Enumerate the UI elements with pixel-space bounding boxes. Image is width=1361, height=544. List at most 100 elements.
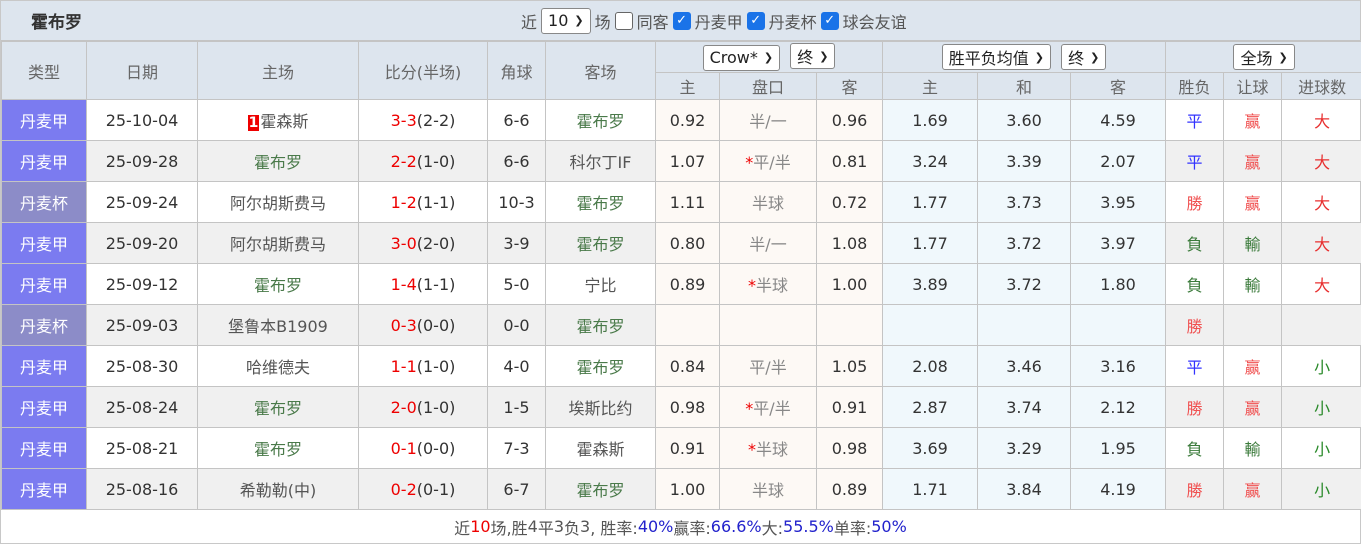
table-row: 丹麦甲 25-10-04 1霍森斯 3-3(2-2) 6-6 霍布罗 0.92 …: [2, 100, 1361, 141]
home-team[interactable]: 阿尔胡斯费马: [198, 182, 359, 223]
company-stage-select[interactable]: 终❯: [790, 43, 835, 69]
score[interactable]: 3-3(2-2): [359, 100, 488, 141]
score[interactable]: 2-0(1-0): [359, 387, 488, 428]
match-result: 平: [1166, 346, 1224, 387]
full-time-score: 3-3: [391, 111, 417, 130]
league-checkbox-div1[interactable]: ✓: [673, 12, 691, 30]
full-time-score: 0-3: [391, 316, 417, 335]
away-team[interactable]: 霍布罗: [546, 223, 656, 264]
league-checkbox-cup[interactable]: ✓: [747, 12, 765, 30]
corners: 4-0: [488, 346, 546, 387]
company-select[interactable]: Crow*❯: [703, 45, 781, 71]
chevron-down-icon: ❯: [1035, 51, 1044, 64]
eu-home-odds: 1.71: [883, 469, 978, 510]
table-row: 丹麦甲 25-08-16 希勒勒(中) 0-2(0-1) 6-7 霍布罗 1.0…: [2, 469, 1361, 510]
ah-home-odds: 0.84: [656, 346, 720, 387]
header-ah-line: 盘口: [720, 73, 817, 100]
away-team[interactable]: 霍布罗: [546, 469, 656, 510]
league-type[interactable]: 丹麦杯: [2, 305, 87, 346]
league-type[interactable]: 丹麦杯: [2, 182, 87, 223]
over-rate: 55.5%: [783, 517, 834, 536]
period-select[interactable]: 全场❯: [1233, 44, 1294, 70]
home-team[interactable]: 霍布罗: [198, 428, 359, 469]
eu-away-odds: 3.97: [1071, 223, 1166, 264]
ah-away-odds: 0.89: [817, 469, 883, 510]
team-title: 霍布罗: [31, 8, 82, 33]
match-result: 負: [1166, 264, 1224, 305]
corners: 10-3: [488, 182, 546, 223]
match-date: 25-09-12: [87, 264, 198, 305]
away-team[interactable]: 霍森斯: [546, 428, 656, 469]
odds-stage-select[interactable]: 终❯: [1061, 44, 1106, 70]
league-type[interactable]: 丹麦甲: [2, 469, 87, 510]
header-handicap: 让球: [1224, 73, 1282, 100]
eu-draw-odds: 3.84: [978, 469, 1071, 510]
title-bar: 霍布罗 近 10❯ 场 同客 ✓丹麦甲 ✓丹麦杯 ✓球会友谊: [1, 1, 1360, 41]
home-team-name: 霍布罗: [254, 440, 302, 459]
home-team[interactable]: 霍布罗: [198, 141, 359, 182]
ah-line-value: 平/半: [749, 358, 786, 377]
handicap-result: 輸: [1224, 223, 1282, 264]
score[interactable]: 1-2(1-1): [359, 182, 488, 223]
away-team[interactable]: 霍布罗: [546, 182, 656, 223]
summary-text: 平: [538, 515, 554, 539]
league-type[interactable]: 丹麦甲: [2, 346, 87, 387]
away-team-name: 霍布罗: [576, 112, 624, 131]
match-date: 25-09-20: [87, 223, 198, 264]
ah-away-odds: 0.72: [817, 182, 883, 223]
home-team[interactable]: 希勒勒(中): [198, 469, 359, 510]
away-team[interactable]: 宁比: [546, 264, 656, 305]
away-team[interactable]: 科尔丁IF: [546, 141, 656, 182]
corners: 1-5: [488, 387, 546, 428]
ah-line-value: 半球: [752, 481, 784, 500]
home-team[interactable]: 霍布罗: [198, 387, 359, 428]
home-team[interactable]: 1霍森斯: [198, 100, 359, 141]
ah-line-value: 半/一: [749, 112, 786, 131]
score[interactable]: 0-2(0-1): [359, 469, 488, 510]
league-type[interactable]: 丹麦甲: [2, 428, 87, 469]
header-eu-draw: 和: [978, 73, 1071, 100]
league-type[interactable]: 丹麦甲: [2, 264, 87, 305]
goals-result: 小: [1282, 346, 1361, 387]
stage-value: 终: [797, 44, 813, 68]
ah-home-odds: 0.89: [656, 264, 720, 305]
league-type[interactable]: 丹麦甲: [2, 100, 87, 141]
table-row: 丹麦甲 25-08-21 霍布罗 0-1(0-0) 7-3 霍森斯 0.91 *…: [2, 428, 1361, 469]
home-team[interactable]: 哈维德夫: [198, 346, 359, 387]
home-team[interactable]: 堡鲁本B1909: [198, 305, 359, 346]
ah-line: 半/一: [720, 223, 817, 264]
corners: 5-0: [488, 264, 546, 305]
half-time-score: (1-1): [417, 193, 456, 212]
score[interactable]: 1-4(1-1): [359, 264, 488, 305]
league-type[interactable]: 丹麦甲: [2, 141, 87, 182]
chevron-down-icon: ❯: [1090, 51, 1099, 64]
away-team[interactable]: 霍布罗: [546, 100, 656, 141]
handicap-result: 輸: [1224, 428, 1282, 469]
home-team[interactable]: 阿尔胡斯费马: [198, 223, 359, 264]
same-away-checkbox[interactable]: [615, 12, 633, 30]
score[interactable]: 0-1(0-0): [359, 428, 488, 469]
away-team[interactable]: 埃斯比约: [546, 387, 656, 428]
recent-count-select[interactable]: 10❯: [541, 8, 591, 34]
away-team-name: 霍布罗: [576, 235, 624, 254]
handicap-result: [1224, 305, 1282, 346]
away-team[interactable]: 霍布罗: [546, 346, 656, 387]
league-type[interactable]: 丹麦甲: [2, 387, 87, 428]
score[interactable]: 3-0(2-0): [359, 223, 488, 264]
handicap-result: 赢: [1224, 469, 1282, 510]
score[interactable]: 0-3(0-0): [359, 305, 488, 346]
recent-matches-panel: 霍布罗 近 10❯ 场 同客 ✓丹麦甲 ✓丹麦杯 ✓球会友谊 类型 日期 主场 …: [0, 0, 1361, 544]
away-team[interactable]: 霍布罗: [546, 305, 656, 346]
ah-home-odds: 1.00: [656, 469, 720, 510]
corners: 6-6: [488, 141, 546, 182]
summary: 近10场,胜4平3负3, 胜率:40% 赢率:66.6% 大:55.5% 单率:…: [1, 510, 1360, 543]
score[interactable]: 1-1(1-0): [359, 346, 488, 387]
league-checkbox-friendly[interactable]: ✓: [821, 12, 839, 30]
eu-draw-odds: 3.72: [978, 264, 1071, 305]
chevron-down-icon: ❯: [764, 51, 773, 64]
ah-away-odds: 1.08: [817, 223, 883, 264]
home-team[interactable]: 霍布罗: [198, 264, 359, 305]
score[interactable]: 2-2(1-0): [359, 141, 488, 182]
odds-type-select[interactable]: 胜平负均值❯: [942, 44, 1051, 70]
league-type[interactable]: 丹麦甲: [2, 223, 87, 264]
